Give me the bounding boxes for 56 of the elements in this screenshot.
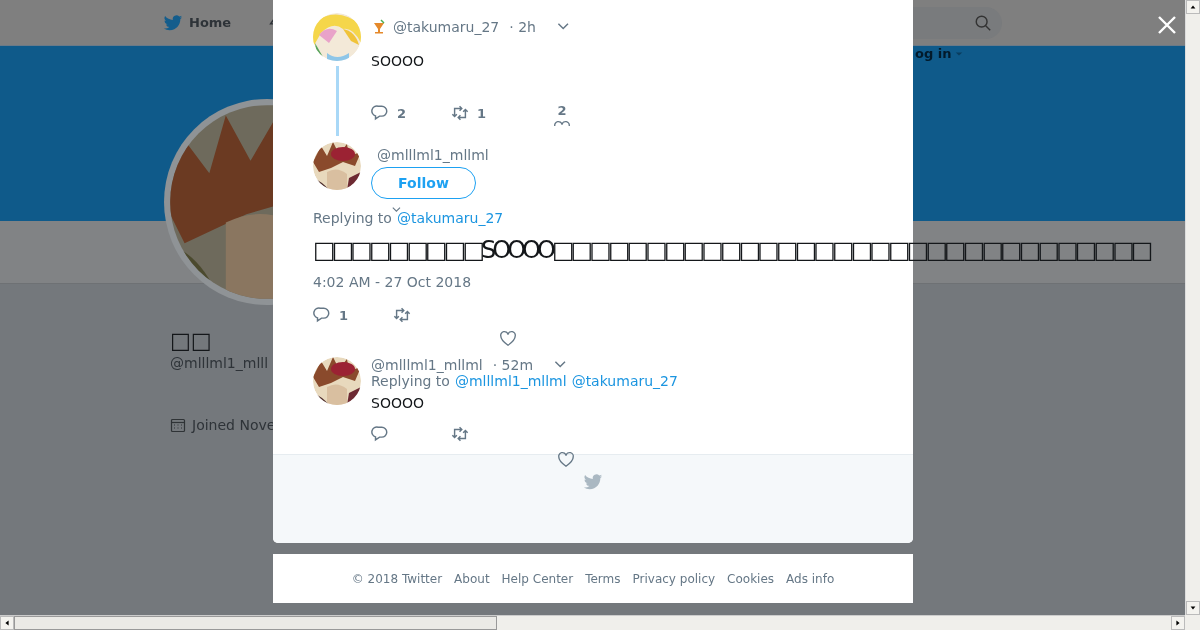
tweet-text: SOOOO: [371, 395, 425, 411]
home-label: Home: [189, 15, 232, 30]
follow-button[interactable]: Follow: [371, 167, 476, 199]
caret-icon: [955, 49, 964, 58]
search-icon[interactable]: [974, 13, 992, 32]
user-handle[interactable]: @mlllml1_mllml: [371, 147, 489, 163]
mention-link[interactable]: @mlllml1_mllml: [454, 373, 567, 389]
footer-link[interactable]: Ads info: [786, 571, 835, 586]
calendar-icon: [170, 417, 186, 433]
horizontal-scrollbar[interactable]: [0, 615, 1185, 630]
action-count: 2: [397, 105, 407, 121]
bird-icon: [583, 472, 603, 492]
retweet-icon[interactable]: [393, 306, 411, 324]
profile-name: □□: [170, 328, 212, 353]
mention-link[interactable]: @takumaru_27: [571, 373, 678, 389]
joined-date: Joined Nove: [192, 417, 276, 433]
footer-link[interactable]: Help Center: [501, 571, 574, 586]
close-icon[interactable]: [1157, 15, 1177, 35]
action-count: 1: [339, 307, 349, 323]
login-label: og in: [915, 46, 952, 61]
scrollbar-thumb[interactable]: [14, 616, 497, 630]
tweet-text: SOOOO: [371, 53, 425, 69]
tweet-time[interactable]: · 52m: [492, 357, 534, 373]
scroll-right-icon[interactable]: [1171, 616, 1185, 630]
reply-icon[interactable]: [371, 104, 389, 122]
footer-link[interactable]: About: [454, 571, 490, 586]
mention-link[interactable]: @takumaru_27: [396, 210, 504, 226]
scroll-down-icon[interactable]: [1186, 601, 1200, 615]
heart-icon[interactable]: [499, 330, 517, 348]
home-tab[interactable]: Home: [163, 12, 232, 33]
footer-link[interactable]: Cookies: [727, 571, 775, 586]
footer-link[interactable]: Privacy policy: [632, 571, 716, 586]
vertical-scrollbar[interactable]: [1185, 0, 1200, 615]
scrollbar-corner: [1185, 615, 1200, 630]
cocktail-icon: [371, 19, 387, 35]
scroll-up-icon[interactable]: [1186, 0, 1200, 14]
scroll-left-icon[interactable]: [0, 616, 14, 630]
user-handle[interactable]: @takumaru_27: [393, 19, 500, 35]
tweet-time[interactable]: · 2h: [509, 19, 536, 35]
reply-icon[interactable]: [371, 425, 389, 443]
replying-label: Replying to: [371, 373, 450, 389]
tweet-timestamp[interactable]: 4:02 AM - 27 Oct 2018: [313, 274, 913, 290]
user-handle[interactable]: @mlllml1_mllml: [371, 357, 483, 373]
footer-link[interactable]: Terms: [585, 571, 621, 586]
tweet-text: □□□□□□□□□SOOOO□□□□□□□□□□□□□□□□□□□□□□□□□□□□□□□□: [313, 235, 1150, 266]
action-count: 1: [477, 105, 487, 121]
profile-handle: @mlllml1_mlll: [170, 355, 269, 371]
retweet-icon[interactable]: [451, 425, 469, 443]
action-count: 2: [557, 103, 567, 118]
copyright-text: © 2018 Twitter: [351, 571, 443, 586]
bird-icon: [163, 12, 183, 33]
heart-icon[interactable]: [557, 451, 575, 469]
reply-icon[interactable]: [313, 306, 331, 324]
thread-line: [335, 66, 339, 136]
replying-label: Replying to: [313, 210, 392, 226]
retweet-icon[interactable]: [451, 104, 469, 122]
